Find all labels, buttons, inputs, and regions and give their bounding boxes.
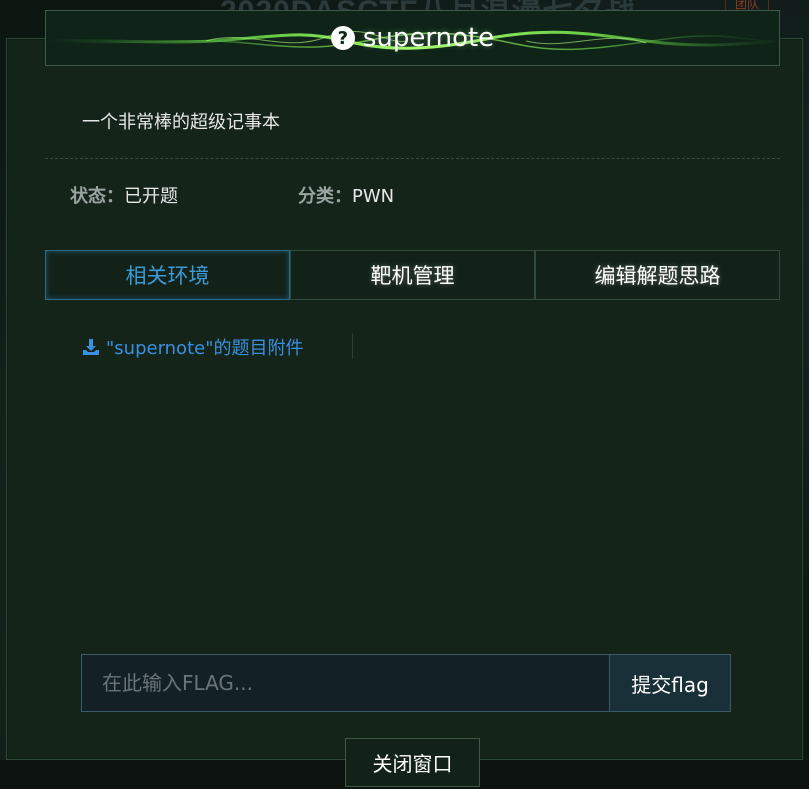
submit-flag-button[interactable]: 提交flag: [609, 654, 731, 712]
challenge-description: 一个非常棒的超级记事本: [82, 112, 280, 133]
category-label: 分类：: [298, 186, 352, 207]
tab-target-management[interactable]: 靶机管理: [290, 250, 535, 300]
close-window-button[interactable]: 关闭窗口: [345, 738, 480, 787]
tab-environment[interactable]: 相关环境: [45, 250, 290, 300]
question-circle-icon: ?: [330, 26, 355, 50]
category-value: PWN: [352, 186, 395, 207]
challenge-modal: [6, 38, 803, 760]
modal-tabs: 相关环境 靶机管理 编辑解题思路: [45, 250, 780, 300]
status-value: 已开题: [124, 186, 178, 207]
modal-title: supernote: [362, 23, 495, 53]
status-field: 状态：已开题: [70, 182, 178, 208]
attachment-separator: [352, 333, 353, 359]
download-icon: [83, 339, 99, 355]
section-divider: [45, 158, 780, 159]
attachment-link[interactable]: "supernote"的题目附件: [82, 334, 303, 360]
status-label: 状态：: [70, 186, 124, 207]
flag-submit-row: 提交flag: [81, 654, 731, 712]
flag-input[interactable]: [81, 654, 609, 712]
tab-edit-writeup[interactable]: 编辑解题思路: [535, 250, 780, 300]
modal-header: ? supernote: [45, 10, 780, 66]
category-field: 分类：PWN: [298, 182, 394, 208]
attachment-label: "supernote"的题目附件: [106, 338, 304, 359]
